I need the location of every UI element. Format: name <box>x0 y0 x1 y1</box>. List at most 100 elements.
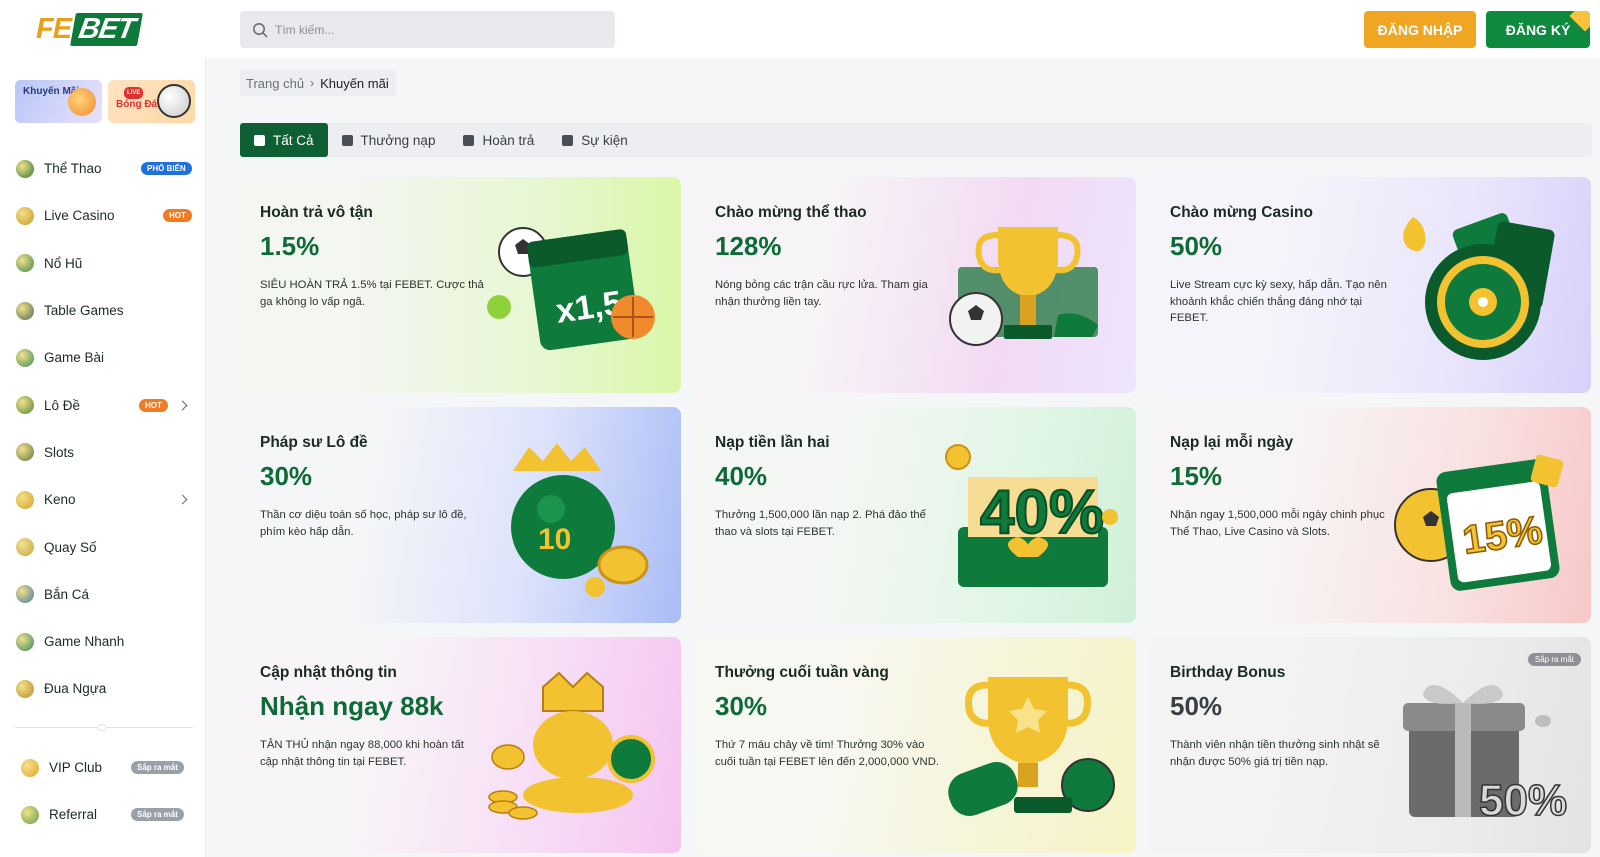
card-game-icon <box>16 348 34 367</box>
promotion-description: Live Stream cực kỳ sexy, hấp dẫn. Tạo nê… <box>1170 279 1387 324</box>
promotion-description: Thứ 7 máu chảy về tim! Thưởng 30% vào cu… <box>715 739 939 768</box>
live-casino-icon <box>16 206 34 225</box>
sidebar-item-keno[interactable]: Keno <box>0 476 206 523</box>
live-football-label: Bóng Đá <box>116 99 158 110</box>
coming-soon-badge: Sắp ra mắt <box>1527 653 1581 666</box>
svg-text:50%: 50% <box>1479 776 1567 825</box>
promotion-card[interactable]: Nạp tiền lần hai 40% Thưởng 1,500,000 lần … <box>695 407 1136 623</box>
search-box <box>240 11 615 48</box>
football-icon <box>157 84 191 118</box>
trophy-icon <box>938 207 1118 367</box>
promotion-card[interactable]: Pháp sư Lô đề 30% Thần cơ diệu toán số học… <box>240 407 681 623</box>
promotion-card[interactable]: Hoàn trả vô tận 1.5% SIÊU HOÀN TRẢ 1.5% tạ… <box>240 177 681 393</box>
sidebar-item-label: Đua Ngựa <box>44 681 107 697</box>
promotion-card[interactable]: Nạp lại mỗi ngày 15% Nhận ngay 1,500,000 m… <box>1150 407 1591 623</box>
promotion-title: Chào mừng thể thao <box>715 204 867 221</box>
sidebar-item-label: Table Games <box>44 303 124 319</box>
promotion-description: Thành viên nhận tiền thưởng sinh nhật sẽ… <box>1170 739 1380 768</box>
sidebar-item-slots[interactable]: Slots <box>0 429 206 476</box>
promotion-card[interactable]: Birthday Bonus 50% Thành viên nhận tiền th… <box>1150 637 1591 853</box>
promotion-value: 50% <box>1170 231 1223 261</box>
calendar-icon: 15% <box>1393 437 1573 597</box>
search-input[interactable] <box>275 22 595 37</box>
sidebar-item-quay-số[interactable]: Quay Số <box>0 523 206 570</box>
sidebar-item-lô-đề[interactable]: Lô Đề HOT <box>0 381 206 428</box>
tab-3[interactable]: Sự kiện <box>548 123 642 157</box>
tab-label: Hoàn trả <box>482 132 535 148</box>
coins-crown-icon <box>483 667 663 827</box>
slots-icon <box>16 443 34 462</box>
calendar-ball-icon: x1,5 <box>483 207 663 367</box>
live-tag: LIVE <box>124 87 144 99</box>
sidebar-item-bắn-cá[interactable]: Bắn Cá <box>0 571 206 618</box>
sidebar-item-game-bài[interactable]: Game Bài <box>0 334 206 381</box>
lottery-icon <box>16 396 34 415</box>
tab-0[interactable]: Tất Cả <box>240 123 328 157</box>
chevron-right-icon[interactable] <box>177 494 188 505</box>
promotion-value: 50% <box>1170 691 1223 721</box>
status-badge: PHỔ BIẾN <box>141 162 192 176</box>
sidebar-item-live-casino[interactable]: Live Casino HOT <box>0 192 206 239</box>
promotion-card[interactable]: Chào mừng Casino 50% Live Stream cực kỳ se… <box>1150 177 1591 393</box>
promotion-banner[interactable]: Khuyến Mãi <box>15 80 102 123</box>
sidebar-item-label: Thể Thao <box>44 161 102 177</box>
promotion-title: Nạp lại mỗi ngày <box>1170 434 1294 451</box>
live-football-banner[interactable]: LIVE Bóng Đá <box>108 80 195 123</box>
promotion-description: SIÊU HOÀN TRẢ 1.5% tại FEBET. Cược thả g… <box>260 279 484 308</box>
tab-2[interactable]: Hoàn trả <box>449 123 548 157</box>
login-button[interactable]: ĐĂNG NHẬP <box>1364 11 1476 48</box>
promotion-value: Nhận ngay 88k <box>260 691 444 721</box>
sidebar-item-table-games[interactable]: Table Games <box>0 287 206 334</box>
jackpot-icon <box>16 254 34 273</box>
breadcrumb-current: Khuyến mãi <box>320 75 389 91</box>
status-badge: HOT <box>139 398 168 412</box>
sidebar-item-label: VIP Club <box>49 760 103 776</box>
promotion-card[interactable]: Cập nhật thông tin Nhận ngay 88k TÂN THỦ n… <box>240 637 681 853</box>
sidebar-item-referral[interactable]: Referral Sắp ra mắt <box>0 791 206 838</box>
sidebar-item-đua-ngựa[interactable]: Đua Ngựa <box>0 665 206 712</box>
promotion-value: 40% <box>715 461 768 491</box>
febet-logo[interactable]: FE BET <box>36 12 143 46</box>
promotion-card[interactable]: Thưởng cuối tuần vàng 30% Thứ 7 máu chảy v… <box>695 637 1136 853</box>
promotion-tabs: Tất Cả Thưởng nạp Hoàn trả Sự kiện <box>240 123 1592 157</box>
sidebar-item-game-nhanh[interactable]: Game Nhanh <box>0 618 206 665</box>
promotion-description: TÂN THỦ nhận ngay 88,000 khi hoàn tất cậ… <box>260 739 464 768</box>
promotion-value: 1.5% <box>260 231 320 261</box>
chevron-right-icon[interactable] <box>177 400 188 411</box>
logo-text-fe: FE <box>36 12 72 45</box>
register-button[interactable]: ĐĂNG KÝ <box>1486 11 1590 48</box>
event-icon <box>562 134 574 146</box>
trophy-gamepad-icon <box>938 667 1118 827</box>
sidebar-item-vip-club[interactable]: VIP Club Sắp ra mắt <box>0 744 206 791</box>
breadcrumb-home-link[interactable]: Trang chủ <box>246 76 304 91</box>
sidebar-item-label: Game Nhanh <box>44 634 125 650</box>
tab-label: Tất Cả <box>273 132 314 148</box>
sidebar-banners: Khuyến Mãi LIVE Bóng Đá <box>15 80 195 123</box>
sidebar-extra-nav: VIP Club Sắp ra mắt Referral Sắp ra mắt <box>0 744 206 839</box>
sidebar-item-label: Nổ Hũ <box>44 255 83 271</box>
promotion-value: 30% <box>260 461 313 491</box>
refund-icon <box>463 134 475 146</box>
sidebar-item-label: Game Bài <box>44 350 105 366</box>
promotion-grid: Hoàn trả vô tận 1.5% SIÊU HOÀN TRẢ 1.5% tạ… <box>240 177 1592 853</box>
sidebar-item-nổ-hũ[interactable]: Nổ Hũ <box>0 240 206 287</box>
promotion-title: Pháp sư Lô đề <box>260 434 368 451</box>
promotion-card[interactable]: Chào mừng thể thao 128% Nóng bỏng các trận… <box>695 177 1136 393</box>
promotion-value: 30% <box>715 691 768 721</box>
search-icon <box>253 22 268 37</box>
tab-label: Sự kiện <box>581 132 628 148</box>
referral-icon <box>21 805 39 824</box>
svg-text:40%: 40% <box>980 478 1104 547</box>
keno-icon <box>16 490 34 509</box>
sidebar-item-thể-thao[interactable]: Thể Thao PHỔ BIẾN <box>0 145 206 192</box>
tab-1[interactable]: Thưởng nạp <box>328 123 450 157</box>
sidebar: Khuyến Mãi LIVE Bóng Đá Thể Thao PHỔ BIẾN… <box>0 58 206 857</box>
promotion-title: Thưởng cuối tuần vàng <box>715 664 889 681</box>
divider-ornament <box>97 724 107 731</box>
sports-icon <box>16 159 34 178</box>
promotion-description: Nhận ngay 1,500,000 mỗi ngày chinh phục … <box>1170 509 1385 538</box>
promotion-title: Hoàn trả vô tận <box>260 204 373 221</box>
logo-text-bet: BET <box>70 12 143 46</box>
sidebar-nav: Thể Thao PHỔ BIẾN Live Casino HOT Nổ Hũ Table… <box>0 145 206 713</box>
promotion-description: Thần cơ diệu toán số học, pháp sư lô đề,… <box>260 509 467 538</box>
